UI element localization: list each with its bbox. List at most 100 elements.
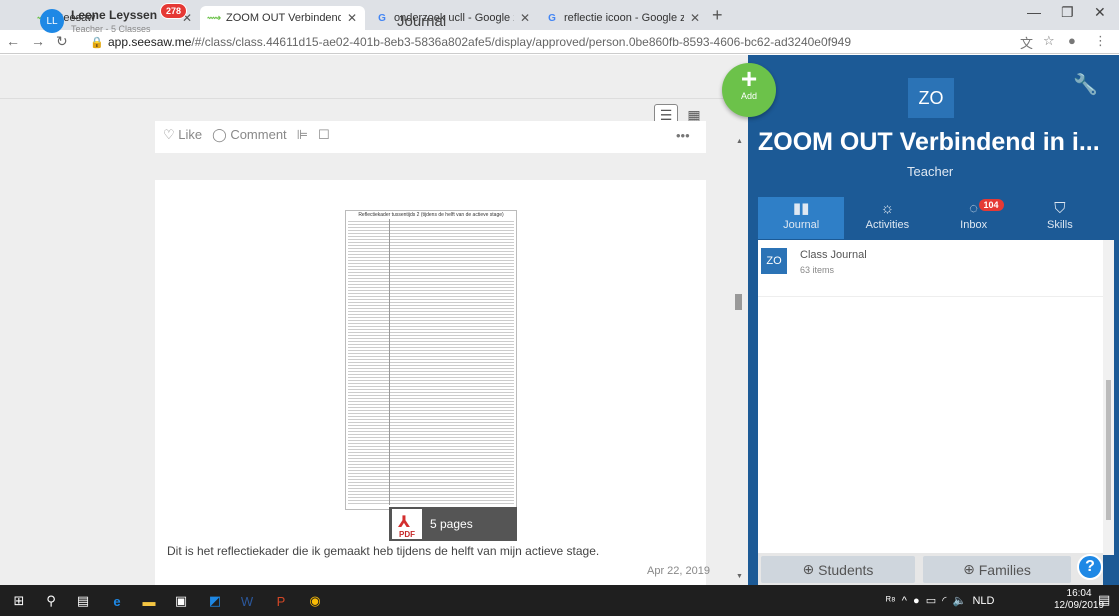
new-tab-button[interactable]: + [712,5,723,26]
tab-activities[interactable]: ☼ Activities [844,197,930,239]
like-label: Like [178,127,203,142]
google-icon: G [548,12,556,24]
post-date: Apr 22, 2019 [647,565,710,577]
doc-header: Reflectiekader tussentijds 2 (tijdens de… [358,212,504,218]
journal-topbar [0,55,748,99]
clock-time: 16:04 [1066,588,1092,599]
clock[interactable]: 16:04 12/09/2019 [1054,588,1104,612]
pdf-preview[interactable]: Reflectiekader tussentijds 2 (tijdens de… [345,210,517,510]
list-item-title[interactable]: Class Journal [800,249,867,261]
windows-start-icon[interactable]: ⊞ [10,592,28,610]
maximize-icon[interactable]: ❐ [1061,4,1074,21]
browser-tab-onderzoek[interactable]: G onderzoek ucll - Google zoeken ✕ [368,6,538,30]
students-button[interactable]: ⊕ Students [761,556,915,583]
wrench-icon[interactable]: 🔧 [1073,72,1098,97]
url-field[interactable]: app.seesaw.me/#/class/class.44611d15-ae0… [108,35,851,49]
doc-column-divider [389,219,390,505]
folder-icon[interactable]: ⊫ [297,127,308,143]
back-icon[interactable]: ← [6,33,20,49]
inbox-badge: 104 [978,199,1004,211]
add-label: Add [740,91,757,101]
file-explorer-icon[interactable]: ▬ [140,592,158,610]
post-actions: ♡ Like ◯ Comment ⊫ ☐ [163,127,330,143]
page-title: Journal [397,13,447,30]
clock-date: 12/09/2019 [1054,600,1105,611]
google-icon: G [378,12,386,24]
list-item-avatar[interactable]: ZO [761,248,787,274]
tab-label: Journal [783,219,820,231]
class-list [758,240,1103,553]
word-icon[interactable]: W [238,592,256,610]
tab-label: Skills [1047,219,1073,231]
graduation-cap-icon: ⛉ [1054,200,1066,217]
tab-skills[interactable]: ⛉ Skills [1017,197,1103,239]
close-icon[interactable]: ✕ [690,11,700,25]
browser-tab-reflectie[interactable]: G reflectie icoon - Google zoeken ✕ [538,6,708,30]
add-button[interactable]: + Add [722,63,776,117]
task-view-icon[interactable]: ▤ [74,592,92,610]
close-icon[interactable]: ✕ [520,11,530,25]
tab-label: reflectie icoon - Google zoeken [564,12,684,24]
scroll-up-icon[interactable]: ▲ [736,138,743,145]
user-role: Teacher - 5 Classes [71,24,151,34]
close-icon[interactable]: ✕ [347,11,357,25]
minimize-icon[interactable]: — [1027,4,1041,20]
user-name[interactable]: Leene Leyssen [71,8,157,22]
students-label: Students [818,561,874,578]
comment-label: Comment [230,127,287,142]
tab-label: ZOOM OUT Verbindend in intera [226,12,341,24]
right-scrollbar[interactable] [1103,240,1114,555]
store-icon[interactable]: ▣ [172,592,190,610]
scroll-down-icon[interactable]: ▼ [736,573,743,580]
tab-inbox[interactable]: ◌ 104 Inbox [931,197,1017,239]
families-button[interactable]: ⊕ Families [923,556,1071,583]
lightbulb-icon: ☼ [880,200,895,217]
scrollbar-thumb[interactable] [1106,380,1111,520]
reload-icon[interactable]: ↻ [56,33,68,50]
class-role: Teacher [907,164,954,179]
lock-icon: 🔒 [90,37,104,49]
pdf-icon: ⅄ PDF [392,509,422,539]
search-icon[interactable]: ⚲ [42,592,60,610]
edge-icon[interactable]: e [108,592,126,610]
divider [758,296,1103,297]
list-item-count: 63 items [800,265,835,275]
chat-icon: ◌ [969,200,979,217]
post-caption: Dit is het reflectiekader die ik gemaakt… [167,544,600,558]
menu-icon[interactable]: ⋮ [1094,33,1107,49]
seesaw-icon: ⟿ [206,12,222,24]
families-label: Families [978,561,1031,578]
forward-icon[interactable]: → [31,33,45,49]
comment-button[interactable]: ◯ Comment [212,127,287,143]
pdf-attachment[interactable]: ⅄ PDF 5 pages [389,507,517,541]
tab-label: Activities [865,219,910,231]
action-center-icon[interactable]: ▤ [1098,592,1110,608]
translate-icon[interactable]: 文 [1020,33,1033,52]
notification-badge[interactable]: 278 [160,3,188,19]
profile-icon[interactable]: ● [1068,33,1076,48]
more-options-icon[interactable]: ••• [676,128,690,143]
class-avatar: ZO [908,78,954,118]
language-indicator[interactable]: NLD [972,595,994,607]
book-icon: ▮▮ [792,200,810,217]
class-tabs: ▮▮ Journal ☼ Activities ◌ 104 Inbox ⛉ Sk… [758,197,1103,239]
url-host: app.seesaw.me [108,35,192,49]
scrollbar-thumb[interactable] [735,294,742,310]
tab-journal[interactable]: ▮▮ Journal [758,197,845,239]
url-path: /#/class/class.44611d15-ae02-401b-8eb3-5… [191,35,852,49]
help-icon[interactable]: ? [1077,554,1103,580]
pdf-pages: 5 pages [430,517,473,531]
avatar[interactable]: LL [40,9,64,33]
system-tray[interactable]: ᴿ⁸ ^ ● ▭ ◜ 🔈 NLD [886,594,994,607]
doc-lines [348,219,514,505]
star-icon[interactable]: ☆ [1043,33,1055,49]
chrome-icon[interactable]: ◉ [306,592,324,610]
checkbox-icon[interactable]: ☐ [318,127,330,143]
window-close-icon[interactable]: ✕ [1094,4,1106,21]
tab-label: Inbox [960,219,988,231]
powerpoint-icon[interactable]: P [272,592,290,610]
like-button[interactable]: ♡ Like [163,127,202,143]
class-name[interactable]: ZOOM OUT Verbindend in i... [758,128,1100,157]
browser-tab-zoom-out[interactable]: ⟿ ZOOM OUT Verbindend in intera ✕ [200,6,365,30]
outlook-icon[interactable]: ◩ [206,592,224,610]
